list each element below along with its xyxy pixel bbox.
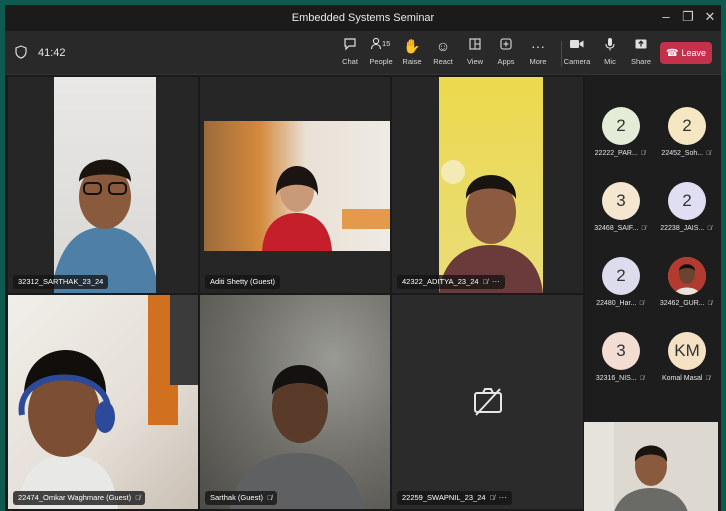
share-button[interactable]: Share [624, 37, 658, 71]
participant-item[interactable]: 3 32316_NIS... 🎙̸ [587, 326, 653, 398]
window-title: Embedded Systems Seminar [291, 12, 435, 24]
mic-icon [593, 37, 627, 55]
participant-name-tag: 42322_ADITYA_23_24 🎙̸ ··· [397, 275, 505, 289]
participant-video [8, 295, 198, 509]
mic-off-icon: 🎙̸ [705, 376, 710, 382]
minimize-button[interactable]: – [657, 9, 675, 24]
participant-video [204, 121, 390, 251]
share-icon [624, 37, 658, 55]
title-bar: Embedded Systems Seminar – ❐ ✕ [5, 5, 721, 31]
video-tile[interactable]: 42322_ADITYA_23_24 🎙̸ ··· [392, 77, 583, 293]
video-tile[interactable]: 22474_Omkar Waghmare (Guest) 🎙̸ [8, 295, 198, 509]
participant-video [54, 77, 156, 293]
participant-item[interactable]: 2 22452_Soh... 🎙̸ [653, 101, 719, 173]
participant-video [439, 77, 543, 293]
video-tile[interactable]: 22259_SWAPNIL_23_24 🎙̸ ··· [392, 295, 583, 509]
video-tile[interactable]: Aditi Shetty (Guest) [200, 77, 390, 293]
tile-more-options[interactable]: ··· [492, 277, 500, 286]
video-stage: 32312_SARTHAK_23_24 Aditi Shetty (Guest) [5, 75, 585, 511]
video-tile[interactable]: 32312_SARTHAK_23_24 [8, 77, 198, 293]
avatar: 2 [668, 182, 706, 220]
participant-name-tag: 22474_Omkar Waghmare (Guest) 🎙̸ [13, 491, 146, 505]
avatar: 3 [602, 182, 640, 220]
camera-off-icon [474, 388, 502, 416]
chat-button[interactable]: Chat [333, 37, 367, 71]
avatar: 2 [668, 107, 706, 145]
tile-more-options[interactable]: ··· [499, 493, 507, 502]
video-tile[interactable]: Sarthak (Guest) 🎙̸ [200, 295, 390, 509]
avatar: KM [668, 332, 706, 370]
chat-icon [333, 37, 367, 55]
camera-button[interactable]: Camera [560, 37, 594, 71]
participant-name-tag: Aditi Shetty (Guest) [205, 275, 281, 289]
participant-item[interactable]: 3 32468_SAIF... 🎙̸ [587, 176, 653, 248]
people-count: 15 [382, 39, 390, 48]
camera-icon [560, 37, 594, 55]
people-button[interactable]: 15 People [364, 37, 398, 71]
more-button[interactable]: ··· More [521, 37, 555, 71]
react-icon: ☺ [435, 38, 451, 54]
shield-icon [15, 45, 27, 59]
maximize-button[interactable]: ❐ [679, 9, 697, 25]
mic-off-icon: 🎙̸ [639, 376, 645, 382]
mic-off-icon: 🎙̸ [707, 301, 713, 307]
people-icon: 15 [364, 37, 398, 55]
close-button[interactable]: ✕ [701, 9, 719, 25]
more-icon: ··· [531, 38, 545, 54]
mic-off-icon: 🎙̸ [639, 301, 644, 307]
mic-off-icon: 🎙̸ [707, 226, 712, 232]
avatar: 2 [602, 257, 640, 295]
mic-off-icon: 🎙̸ [135, 495, 141, 502]
mic-button[interactable]: Mic [593, 37, 627, 71]
view-button[interactable]: View [458, 37, 492, 71]
participant-name-tag: Sarthak (Guest) 🎙̸ [205, 491, 278, 505]
raise-hand-icon: ✋ [403, 38, 421, 54]
participant-video [200, 295, 390, 509]
participant-item[interactable]: 2 22238_JAIS... 🎙̸ [653, 176, 719, 248]
mic-off-icon: 🎙̸ [266, 495, 273, 502]
participant-item[interactable]: KM Komal Masal 🎙̸ [653, 326, 719, 398]
self-view-video[interactable] [584, 422, 718, 511]
mic-off-icon: 🎙̸ [640, 151, 646, 157]
avatar: 2 [602, 107, 640, 145]
avatar: 3 [602, 332, 640, 370]
mic-off-icon: 🎙̸ [482, 279, 488, 286]
participant-item[interactable]: 32462_GUR... 🎙̸ [653, 251, 719, 323]
participant-item[interactable]: 2 22222_PAR... 🎙̸ [587, 101, 653, 173]
react-button[interactable]: ☺ React [426, 37, 460, 71]
mic-off-icon: 🎙̸ [641, 226, 646, 232]
meeting-timer: 41:42 [38, 47, 66, 59]
leave-button[interactable]: ☎ Leave [660, 42, 712, 64]
meeting-toolbar: 41:42 Chat 15 People ✋ Raise ☺ React Vie… [5, 31, 721, 75]
mic-off-icon: 🎙̸ [706, 151, 711, 157]
raise-hand-button[interactable]: ✋ Raise [395, 37, 429, 71]
participant-item[interactable]: 2 22480_Har... 🎙̸ [587, 251, 653, 323]
apps-button[interactable]: Apps [489, 37, 523, 71]
participant-name-tag: 32312_SARTHAK_23_24 [13, 275, 109, 289]
avatar-photo [668, 257, 706, 295]
mic-off-icon: 🎙̸ [489, 495, 495, 502]
participant-name-tag: 22259_SWAPNIL_23_24 🎙̸ ··· [397, 491, 512, 505]
view-icon [458, 37, 492, 55]
hang-up-icon: ☎ [666, 48, 679, 59]
apps-icon [489, 37, 523, 55]
